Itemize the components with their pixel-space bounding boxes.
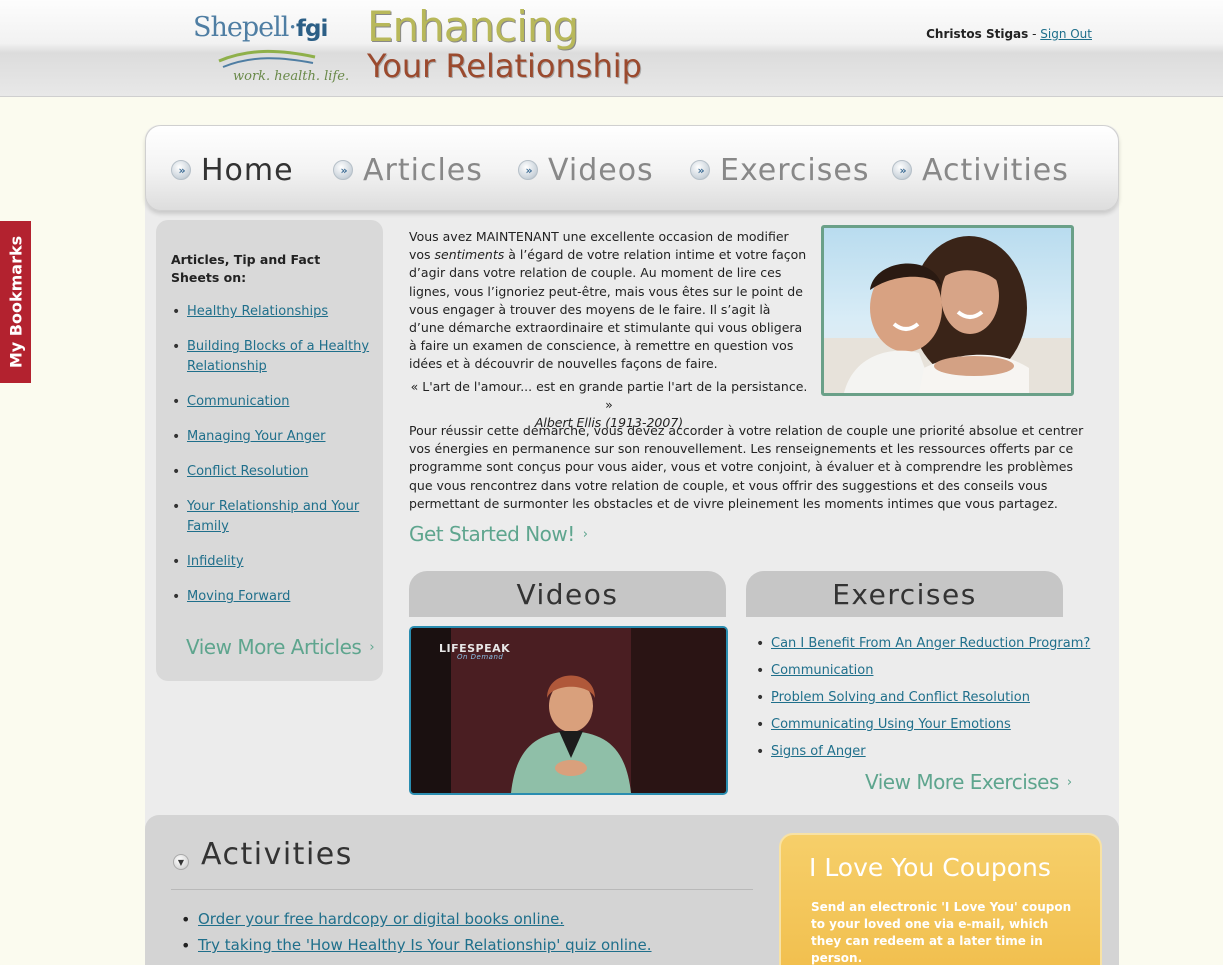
chevron-down-icon[interactable]: ▼ <box>173 854 189 870</box>
article-link-conflict-resolution[interactable]: Conflict Resolution <box>187 464 308 479</box>
sidebar-title: Articles, Tip and Fact Sheets on: <box>171 252 321 285</box>
list-item: Problem Solving and Conflict Resolution <box>756 688 1096 708</box>
logo-swoosh-icon <box>218 49 316 68</box>
user-name: Christos Stigas <box>926 27 1029 41</box>
view-more-articles-link[interactable]: View More Articles › <box>186 635 375 659</box>
list-item: Infidelity <box>171 552 376 572</box>
double-chevron-icon: » <box>690 160 710 180</box>
double-chevron-icon: » <box>333 160 353 180</box>
exercise-link-anger-reduction[interactable]: Can I Benefit From An Anger Reduction Pr… <box>771 636 1090 651</box>
article-link-relationship-family[interactable]: Your Relationship and Your Family <box>187 499 359 534</box>
sign-out-link[interactable]: Sign Out <box>1040 27 1092 41</box>
double-chevron-icon: » <box>892 160 912 180</box>
nav-home[interactable]: » Home <box>171 150 294 190</box>
list-item: Communication <box>756 661 1096 681</box>
intro-paragraph: Vous avez MAINTENANT une excellente occa… <box>409 229 807 372</box>
view-more-exercises-link[interactable]: View More Exercises › <box>865 770 1072 794</box>
chevron-right-icon: › <box>369 640 375 655</box>
exercise-link-signs-of-anger[interactable]: Signs of Anger <box>771 744 866 759</box>
article-link-managing-anger[interactable]: Managing Your Anger <box>187 429 326 444</box>
list-item: Healthy Relationships <box>171 302 376 322</box>
chevron-right-icon: › <box>582 527 588 542</box>
main-nav: » Home » Articles » Videos » Exercises »… <box>145 125 1119 211</box>
chevron-right-icon: › <box>1066 775 1072 790</box>
body-paragraph: Pour réussir cette démarche, vous devez … <box>409 423 1084 511</box>
divider <box>171 889 753 890</box>
double-chevron-icon: » <box>518 160 538 180</box>
activities-heading: Activities <box>201 837 353 872</box>
user-area: Christos Stigas - Sign Out <box>926 27 1092 41</box>
articles-sidebar: Articles, Tip and Fact Sheets on: Health… <box>156 220 383 681</box>
exercise-link-problem-solving[interactable]: Problem Solving and Conflict Resolution <box>771 690 1030 705</box>
activity-link-quiz[interactable]: Try taking the 'How Healthy Is Your Rela… <box>198 936 652 954</box>
nav-exercises[interactable]: » Exercises <box>690 150 869 190</box>
videos-section-header[interactable]: Videos <box>409 571 726 617</box>
exercise-link-communication[interactable]: Communication <box>771 663 873 678</box>
list-item: Moving Forward <box>171 587 376 607</box>
couple-photo <box>821 225 1074 396</box>
quote-text: « L'art de l'amour... est en grande part… <box>410 379 808 412</box>
activities-list: Order your free hardcopy or digital book… <box>181 908 652 960</box>
love-coupons-card[interactable]: I Love You Coupons Send an electronic 'I… <box>779 833 1102 965</box>
article-list: Healthy Relationships Building Blocks of… <box>171 302 376 622</box>
list-item: Signs of Anger <box>756 742 1096 762</box>
list-item: Conflict Resolution <box>171 462 376 482</box>
article-link-moving-forward[interactable]: Moving Forward <box>187 589 290 604</box>
logo-wordmark: Shepell·fgi <box>193 12 328 43</box>
double-chevron-icon: » <box>171 160 191 180</box>
coupon-title: I Love You Coupons <box>809 853 1051 882</box>
nav-videos[interactable]: » Videos <box>518 150 654 190</box>
activities-section: ▼ Activities Order your free hardcopy or… <box>145 815 1119 965</box>
user-separator: - <box>1028 27 1041 41</box>
lifespeak-logo: LIFESPEAK On Demand <box>439 642 511 661</box>
program-title: Enhancing Your Relationship <box>367 2 642 85</box>
exercises-section-header[interactable]: Exercises <box>746 571 1063 617</box>
article-link-healthy-relationships[interactable]: Healthy Relationships <box>187 304 328 319</box>
list-item: Order your free hardcopy or digital book… <box>181 908 652 931</box>
coupon-description: Send an electronic 'I Love You' coupon t… <box>811 900 1072 965</box>
main-content: » Home » Articles » Videos » Exercises »… <box>145 125 1119 965</box>
list-item: Can I Benefit From An Anger Reduction Pr… <box>756 634 1096 654</box>
couple-illustration <box>824 236 1071 393</box>
list-item: Communicating Using Your Emotions <box>756 715 1096 735</box>
list-item: Communication <box>171 392 376 412</box>
video-thumbnail[interactable]: LIFESPEAK On Demand <box>409 626 728 795</box>
list-item: Building Blocks of a Healthy Relationshi… <box>171 337 376 377</box>
my-bookmarks-label: My Bookmarks <box>6 235 25 369</box>
list-item: Managing Your Anger <box>171 427 376 447</box>
logo-tagline: work. health. life. <box>233 69 350 84</box>
exercise-list: Can I Benefit From An Anger Reduction Pr… <box>756 634 1096 769</box>
get-started-link[interactable]: Get Started Now! › <box>409 522 588 546</box>
nav-activities[interactable]: » Activities <box>892 150 1069 190</box>
nav-articles[interactable]: » Articles <box>333 150 483 190</box>
my-bookmarks-tab[interactable]: My Bookmarks <box>0 221 31 383</box>
exercise-link-communicating-emotions[interactable]: Communicating Using Your Emotions <box>771 717 1011 732</box>
article-link-building-blocks[interactable]: Building Blocks of a Healthy Relationshi… <box>187 339 369 374</box>
list-item: Try taking the 'How Healthy Is Your Rela… <box>181 934 652 957</box>
activity-link-order-books[interactable]: Order your free hardcopy or digital book… <box>198 910 564 928</box>
article-link-communication[interactable]: Communication <box>187 394 289 409</box>
site-header: Shepell·fgi work. health. life. Enhancin… <box>0 0 1223 97</box>
shepell-fgi-logo[interactable]: Shepell·fgi work. health. life. <box>193 12 349 88</box>
article-link-infidelity[interactable]: Infidelity <box>187 554 244 569</box>
list-item: Your Relationship and Your Family <box>171 497 376 537</box>
